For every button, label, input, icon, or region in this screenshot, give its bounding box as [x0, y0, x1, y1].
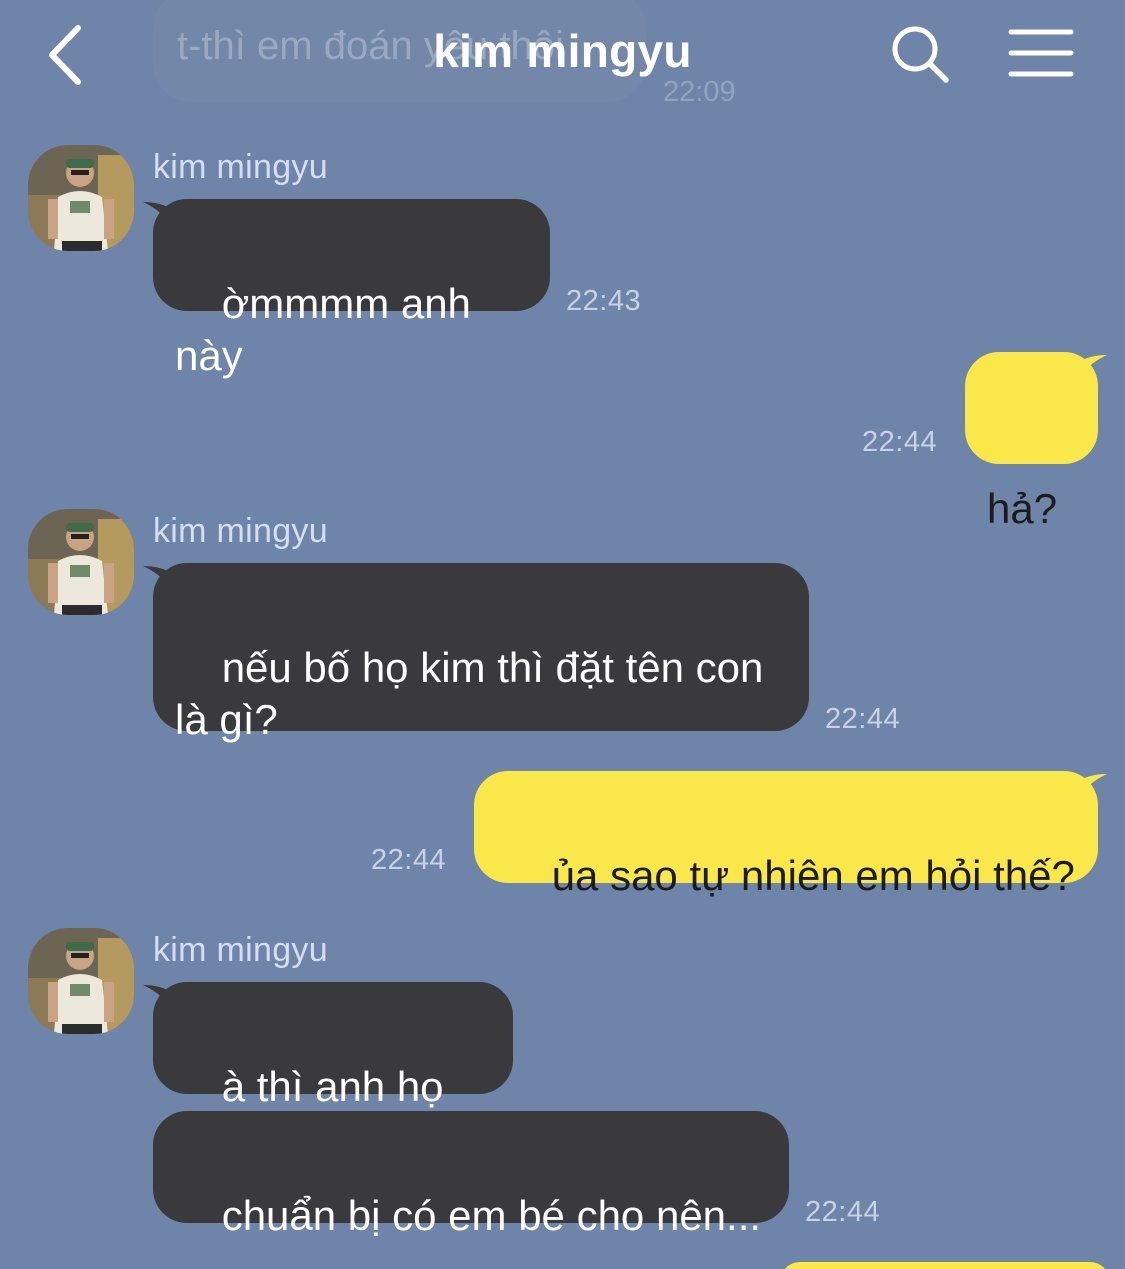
sender-name: kim mingyu	[153, 148, 328, 186]
incoming-message-bubble[interactable]: chuẩn bị có em bé cho nên...	[153, 1111, 789, 1239]
hamburger-menu-icon	[1008, 29, 1074, 77]
message-text: ờmmmm anh này	[175, 280, 483, 379]
outgoing-message-bubble[interactable]: ủa sao tự nhiên em hỏi thế?	[474, 771, 1098, 899]
contact-avatar[interactable]	[28, 509, 134, 615]
outgoing-message-bubble[interactable]: hả?	[965, 352, 1098, 532]
chat-title: kim mingyu	[433, 25, 692, 77]
message-text: hả?	[987, 485, 1058, 532]
message-text: chuẩn bị có em bé cho nên...	[221, 1192, 762, 1239]
incoming-message-bubble[interactable]: à thì anh họ em	[153, 982, 513, 1162]
search-button[interactable]	[888, 22, 952, 86]
message-time: 22:44	[825, 703, 901, 735]
sender-name: kim mingyu	[153, 512, 328, 550]
sender-name: kim mingyu	[153, 931, 328, 969]
incoming-message-bubble[interactable]: nếu bố họ kim thì đặt tên con là gì?	[153, 563, 809, 743]
message-time: 22:44	[371, 844, 447, 876]
search-icon	[892, 26, 949, 83]
outgoing-message-bubble-partial[interactable]	[780, 1262, 1110, 1269]
message-text: ủa sao tự nhiên em hỏi thế?	[551, 852, 1075, 899]
incoming-message-bubble[interactable]: ờmmmm anh này	[153, 199, 550, 379]
message-time: 22:44	[862, 426, 938, 458]
contact-avatar[interactable]	[28, 145, 134, 251]
message-text: nếu bố họ kim thì đặt tên con là gì?	[175, 644, 764, 743]
chat-screen: t-thì em đoán yêu thôi 22:09 kim mingyu	[0, 0, 1125, 1269]
message-time: 22:44	[805, 1196, 881, 1228]
menu-button[interactable]	[1006, 24, 1076, 84]
message-time: 22:43	[566, 285, 642, 317]
chat-header: kim mingyu	[0, 0, 1125, 110]
contact-avatar[interactable]	[28, 928, 134, 1034]
